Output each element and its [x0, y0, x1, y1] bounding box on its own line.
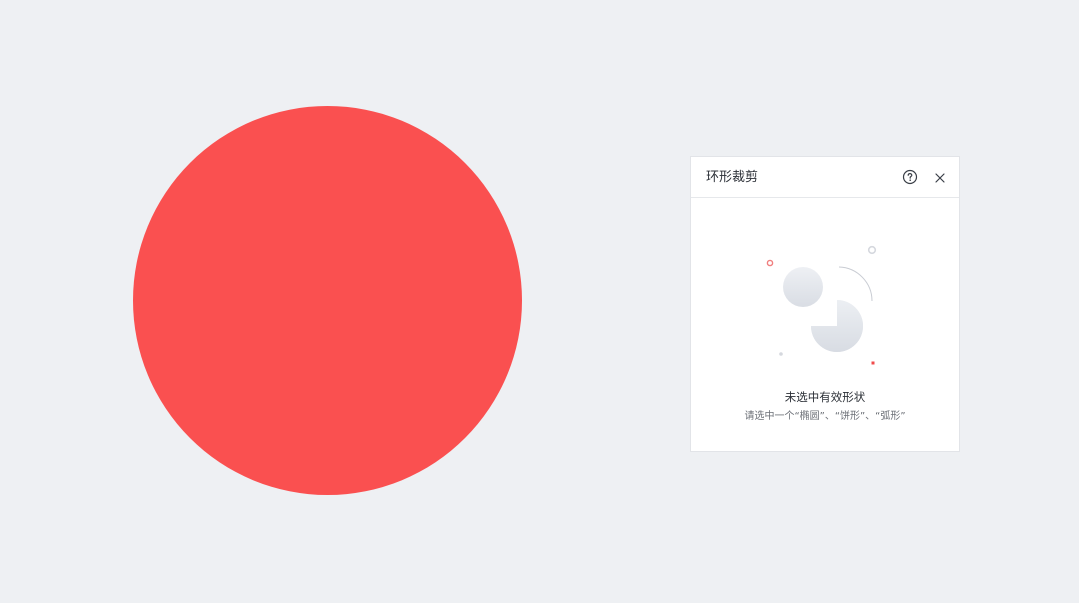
help-circle-icon[interactable]	[902, 169, 918, 185]
canvas-circle-shape[interactable]	[133, 106, 522, 495]
empty-state-title: 未选中有效形状	[784, 390, 866, 404]
empty-state-description: 请选中一个“椭圆”、“饼形”、“弧形”	[744, 411, 906, 422]
empty-state-illustration	[761, 240, 883, 370]
close-icon[interactable]	[933, 170, 947, 184]
panel-title: 环形裁剪	[706, 170, 759, 185]
ring-crop-panel: 环形裁剪 未选中有效形状 请选中一个“椭圆”、“饼形”、“弧形”	[690, 156, 960, 452]
panel-header: 环形裁剪	[691, 157, 959, 198]
